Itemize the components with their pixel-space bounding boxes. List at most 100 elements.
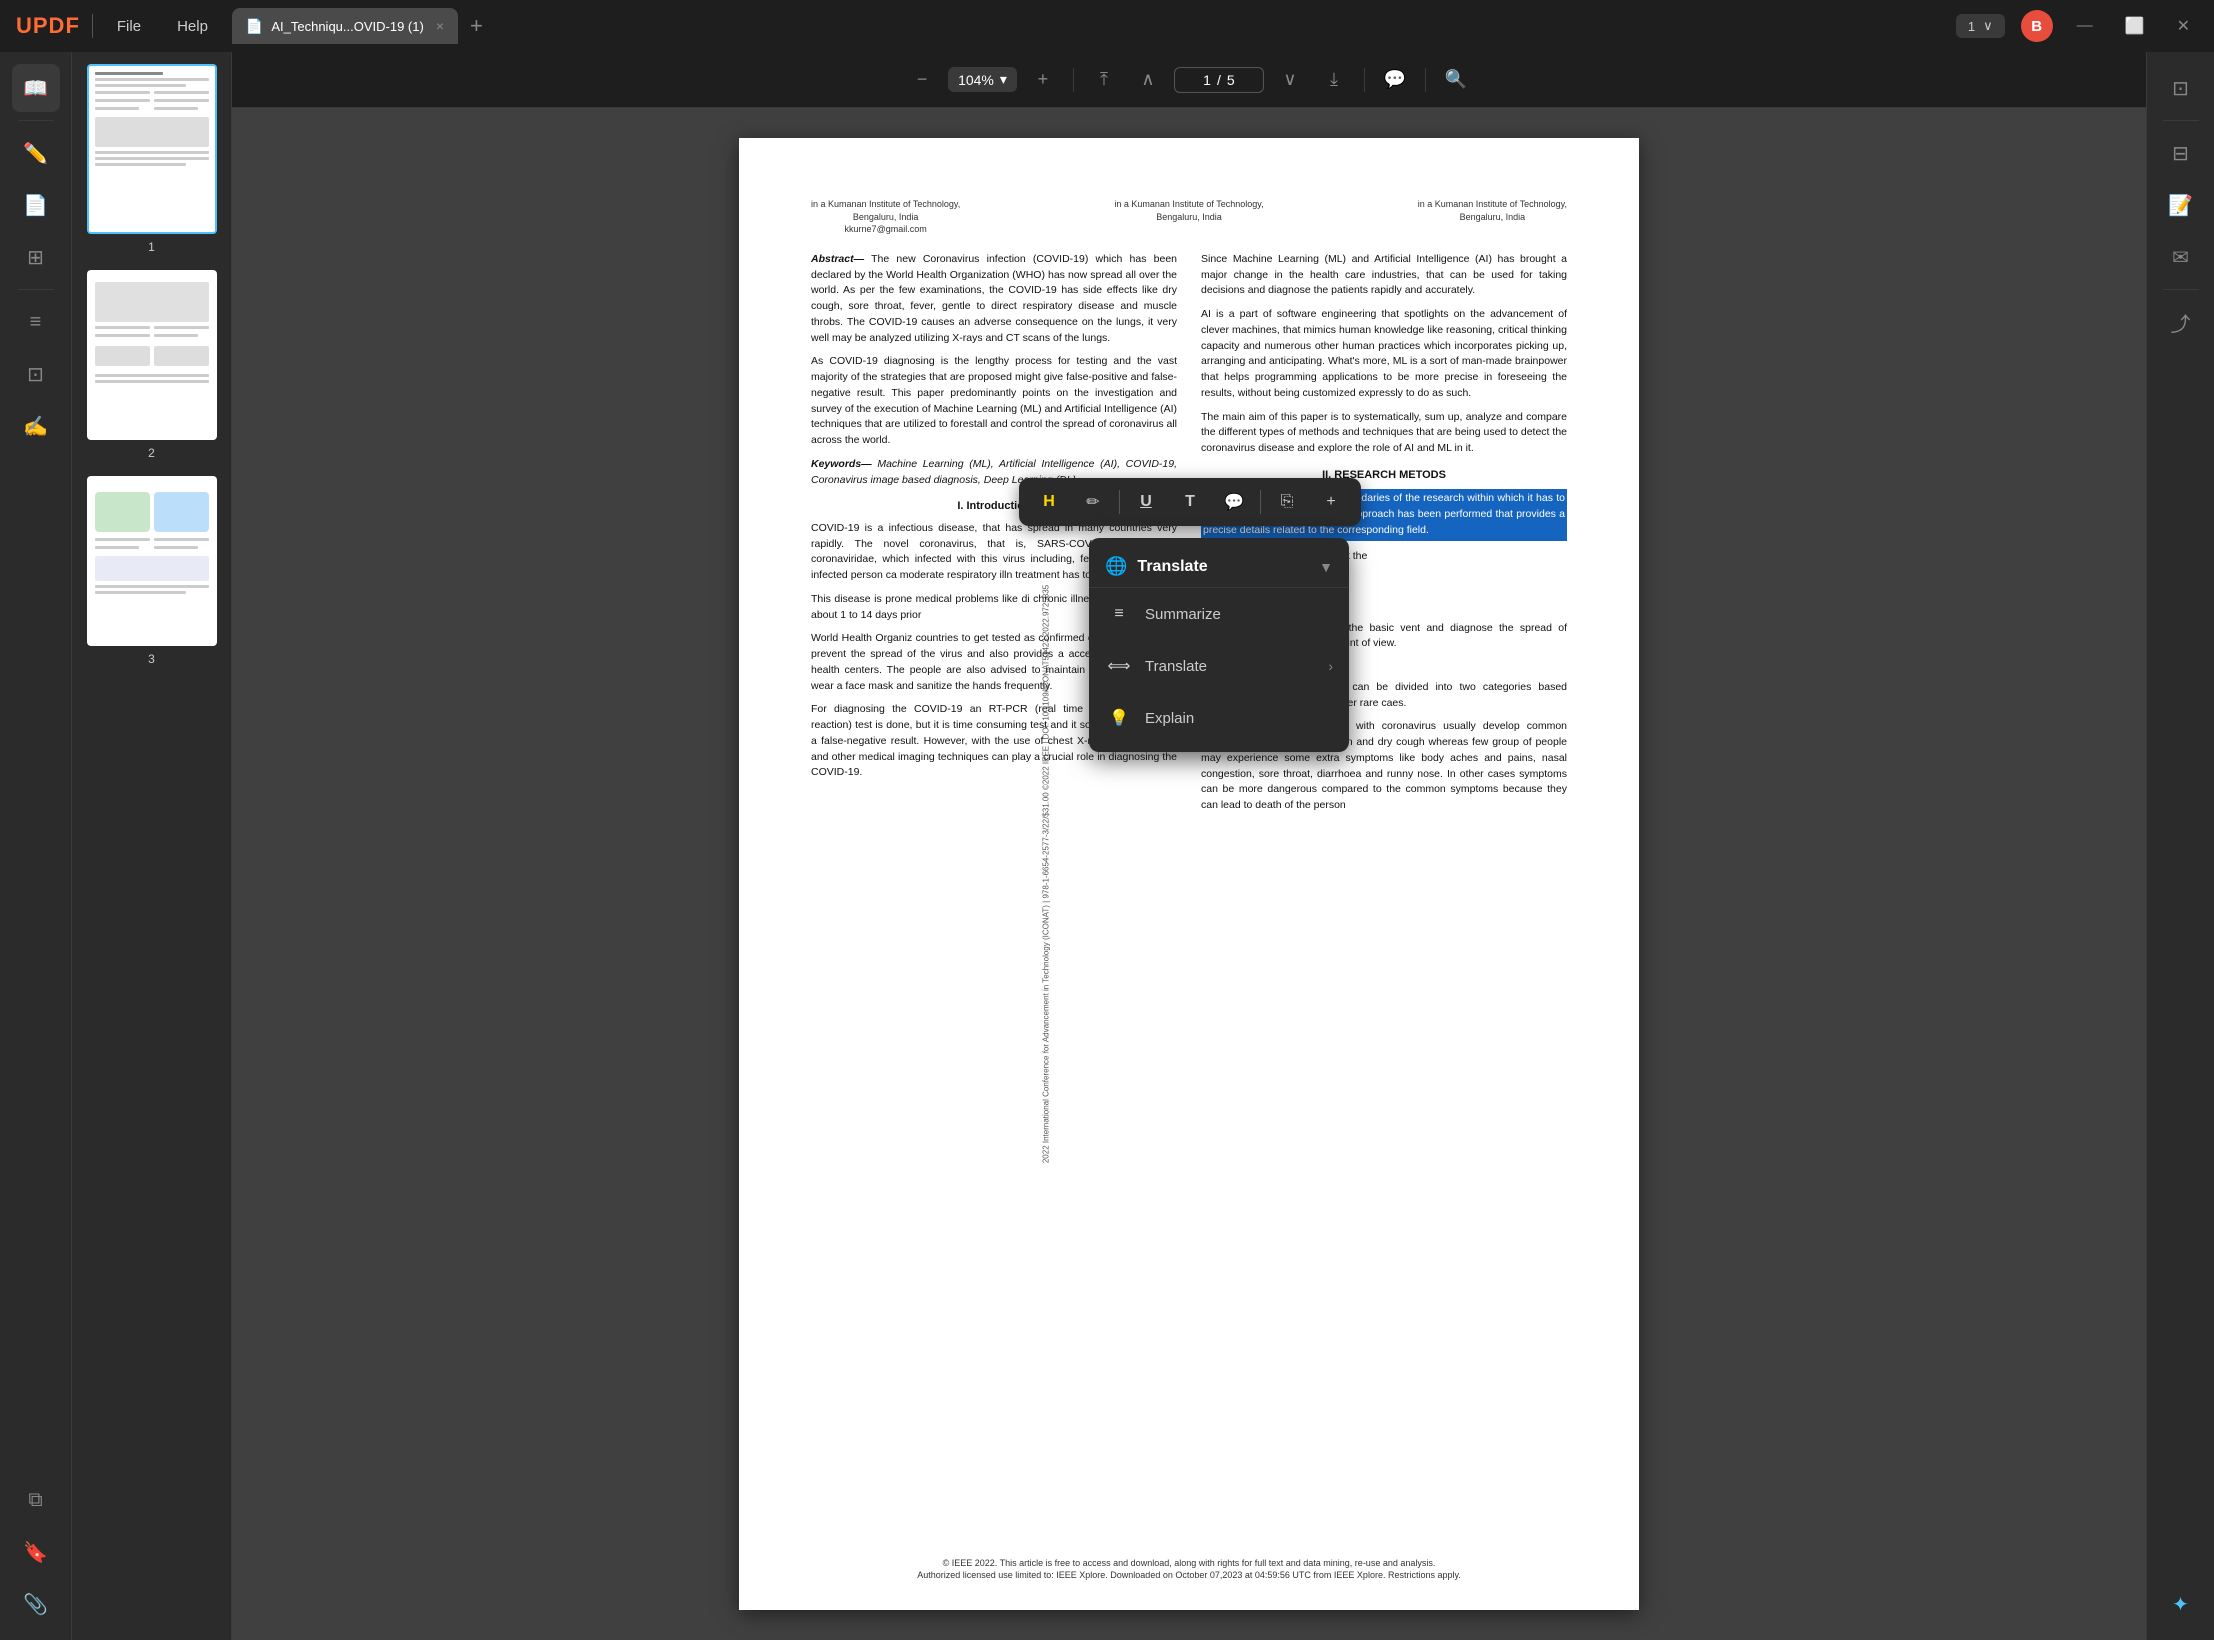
annot-sep-2	[1260, 490, 1261, 514]
abstract-label: Abstract—	[811, 253, 864, 265]
separator	[92, 14, 93, 38]
summarize-item[interactable]: ≡ Summarize	[1089, 588, 1349, 640]
translate-icon: ⟺	[1105, 652, 1133, 680]
toolbar-sep-2	[1364, 68, 1365, 92]
copy-annot-btn[interactable]: ⎘	[1269, 484, 1305, 520]
nav-top-btn[interactable]: ⤒	[1086, 62, 1122, 98]
vertical-text: 2022 International Conference for Advanc…	[1042, 585, 1051, 1163]
thumbnail-label-1: 1	[148, 240, 155, 254]
tab-icon: 📄	[246, 18, 263, 35]
thumbnail-img-3	[87, 476, 217, 646]
pen-btn[interactable]: ✏	[1075, 484, 1111, 520]
right-p1: Since Machine Learning (ML) and Artifici…	[1201, 252, 1567, 299]
abstract-para: Abstract— The new Coronavirus infection …	[811, 252, 1177, 347]
page-current: 1	[1968, 19, 1975, 34]
right-scan-btn[interactable]: ⊟	[2157, 129, 2205, 177]
sidebar-item-edit[interactable]: ⊞	[12, 233, 60, 281]
title-bar-right: 1 ∨ B — ⬜ ✕	[1956, 10, 2198, 42]
tab-bar: 📄 AI_Techniqu...OVID-19 (1) × +	[232, 8, 1944, 44]
thumbnail-page-3[interactable]: 3	[80, 476, 223, 666]
right-mail-btn[interactable]: ✉	[2157, 233, 2205, 281]
summarize-icon: ≡	[1105, 600, 1133, 628]
right-p3: The main aim of this paper is to systema…	[1201, 410, 1567, 457]
highlight-btn[interactable]: H	[1031, 484, 1067, 520]
underline-btn[interactable]: U	[1128, 484, 1164, 520]
tab-close-btn[interactable]: ×	[436, 18, 444, 34]
file-menu[interactable]: File	[105, 14, 153, 39]
thumbnail-panel: 1	[72, 52, 232, 1640]
app-logo: UPDF	[16, 13, 80, 39]
dropdown-header[interactable]: 🌐 Translate ▼	[1089, 546, 1349, 588]
active-tab[interactable]: 📄 AI_Techniqu...OVID-19 (1) ×	[232, 8, 458, 44]
sidebar-item-reader[interactable]: 📖	[12, 64, 60, 112]
zoom-level: 104%	[958, 72, 994, 88]
add-annot-btn[interactable]: +	[1313, 484, 1349, 520]
explain-item[interactable]: 💡 Explain	[1089, 692, 1349, 744]
zoom-out-btn[interactable]: −	[904, 62, 940, 98]
sidebar-item-layers[interactable]: ⧉	[12, 1476, 60, 1524]
dropdown-arrow[interactable]: ▼	[1319, 559, 1333, 575]
sidebar-item-bookmark[interactable]: 🔖	[12, 1528, 60, 1576]
sidebar-item-annotate[interactable]: ✏️	[12, 129, 60, 177]
annotation-toolbar: H ✏ U T 💬 ⎘ +	[1019, 478, 1361, 526]
pdf-footer: © IEEE 2022. This article is free to acc…	[811, 1558, 1567, 1580]
user-avatar[interactable]: B	[2021, 10, 2053, 42]
right-ocr-btn[interactable]: ⊡	[2157, 64, 2205, 112]
sidebar-item-ocr[interactable]: ⊡	[12, 350, 60, 398]
abstract-para-2: As COVID-19 diagnosing is the lengthy pr…	[811, 354, 1177, 449]
nav-down-btn[interactable]: ∨	[1272, 62, 1308, 98]
thumbnail-page-1[interactable]: 1	[80, 64, 223, 254]
zoom-display[interactable]: 104% ▾	[948, 67, 1017, 92]
thumbnail-img-2	[87, 270, 217, 440]
help-menu[interactable]: Help	[165, 14, 220, 39]
maximize-btn[interactable]: ⬜	[2117, 12, 2153, 40]
zoom-in-btn[interactable]: +	[1025, 62, 1061, 98]
thumbnail-img-1	[87, 64, 217, 234]
page-display: 1 / 5	[1174, 67, 1264, 93]
thumbnail-label-3: 3	[148, 652, 155, 666]
annot-sep-1	[1119, 490, 1120, 514]
thumb-content-3	[89, 478, 215, 644]
text-btn[interactable]: T	[1172, 484, 1208, 520]
sidebar-bottom: ⧉ 🔖 📎	[12, 1476, 60, 1628]
comment-annot-btn[interactable]: 💬	[1216, 484, 1252, 520]
main-layout: 📖 ✏️ 📄 ⊞ ≡ ⊡ ✍ ⧉ 🔖 📎	[0, 52, 2214, 1640]
summarize-label: Summarize	[1145, 606, 1221, 623]
thumb-content-2	[89, 272, 215, 438]
page-total-display: 5	[1227, 72, 1235, 88]
page-current-display: 1	[1203, 72, 1211, 88]
sidebar-item-sign[interactable]: ✍	[12, 402, 60, 450]
minimize-btn[interactable]: —	[2069, 13, 2101, 39]
right-export-btn[interactable]: ⤴	[2157, 298, 2205, 346]
dropdown-menu: 🌐 Translate ▼ ≡ Summarize ⟺ Translate ›	[1089, 538, 1349, 752]
right-pdf-edit-btn[interactable]: 📝	[2157, 181, 2205, 229]
pdf-header: in a Kumanan Institute of Technology,Ben…	[811, 198, 1567, 236]
keywords-label: Keywords—	[811, 458, 872, 470]
toolbar-sep-1	[1073, 68, 1074, 92]
pdf-viewport[interactable]: 2022 International Conference for Advanc…	[232, 108, 2146, 1640]
thumbnail-label-2: 2	[148, 446, 155, 460]
sidebar-item-form[interactable]: ≡	[12, 298, 60, 346]
right-p2: AI is a part of software engineering tha…	[1201, 307, 1567, 402]
footer-text-2: Authorized licensed use limited to: IEEE…	[811, 1570, 1567, 1580]
new-tab-btn[interactable]: +	[462, 9, 491, 43]
context-menu: 🌐 Translate ▼ ≡ Summarize ⟺ Translate ›	[1089, 538, 1349, 752]
translate-logo: 🌐	[1105, 556, 1127, 577]
sidebar-item-attachment[interactable]: 📎	[12, 1580, 60, 1628]
search-btn[interactable]: 🔍	[1438, 62, 1474, 98]
comment-mode-btn[interactable]: 💬	[1377, 62, 1413, 98]
translate-item[interactable]: ⟺ Translate ›	[1089, 640, 1349, 692]
translate-label: Translate	[1145, 658, 1207, 675]
page-nav-chevron[interactable]: ∨	[1983, 18, 1993, 34]
sidebar-item-organize[interactable]: 📄	[12, 181, 60, 229]
page-nav-indicator: 1 ∨	[1956, 14, 2005, 38]
header-left: in a Kumanan Institute of Technology,Ben…	[811, 198, 960, 236]
nav-bottom-btn[interactable]: ⤓	[1316, 62, 1352, 98]
ai-assistant-btn[interactable]: ✦	[2157, 1580, 2205, 1628]
pdf-page: 2022 International Conference for Advanc…	[739, 138, 1639, 1610]
footer-text: © IEEE 2022. This article is free to acc…	[811, 1558, 1567, 1568]
content-area: − 104% ▾ + ⤒ ∧ 1 / 5 ∨ ⤓ 💬 🔍	[232, 52, 2146, 1640]
nav-up-btn[interactable]: ∧	[1130, 62, 1166, 98]
thumbnail-page-2[interactable]: 2	[80, 270, 223, 460]
close-btn[interactable]: ✕	[2169, 12, 2198, 40]
